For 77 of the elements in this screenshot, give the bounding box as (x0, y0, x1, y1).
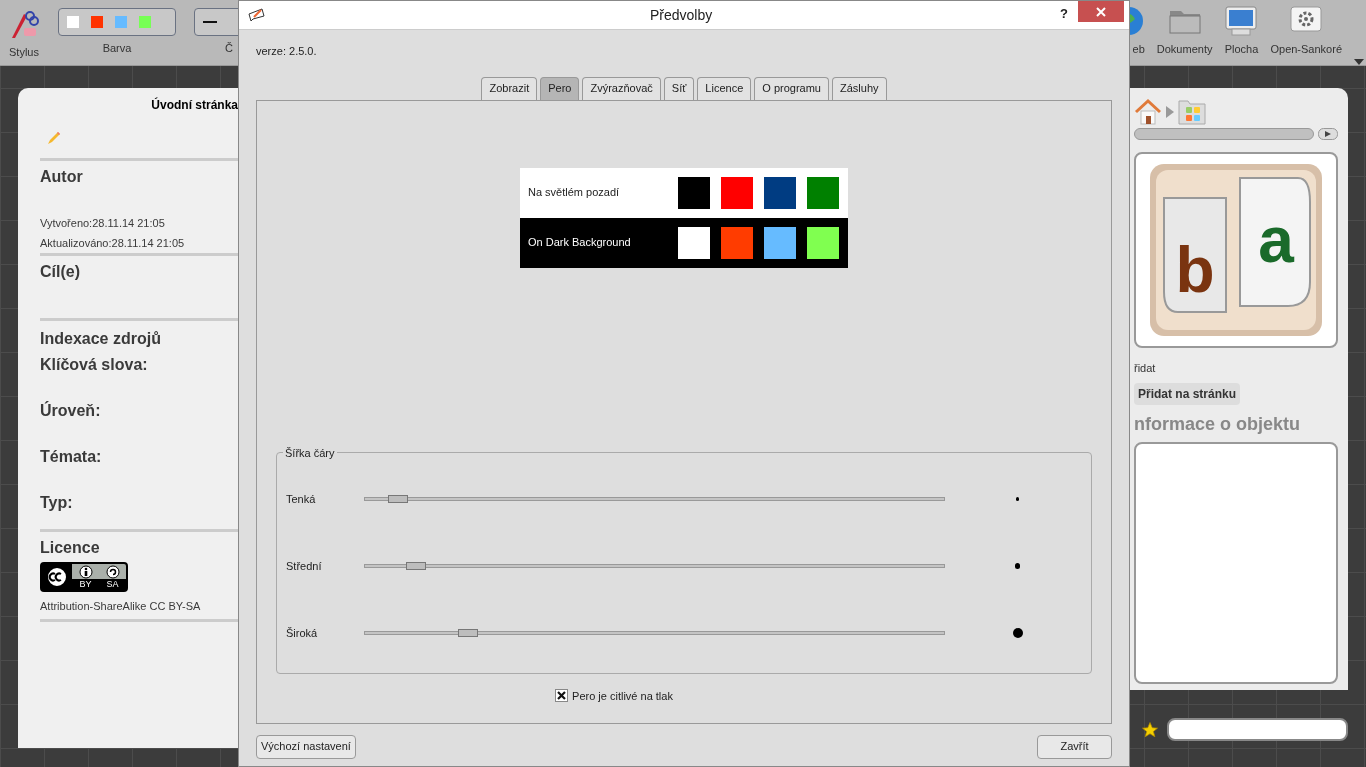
tool-label[interactable]: Open-Sankoré (1270, 40, 1342, 57)
close-dialog-button[interactable]: Zavřít (1037, 734, 1112, 759)
close-icon (1096, 6, 1106, 17)
home-icon[interactable] (1134, 98, 1162, 126)
color-swatch[interactable] (807, 176, 839, 209)
section-heading: Indexace zdrojů (40, 329, 162, 349)
cc-icon (45, 565, 69, 589)
section-heading: nformace o objektu (1134, 412, 1302, 436)
field-label: Klíčová slova: (40, 355, 149, 375)
tab[interactable]: Licence (697, 76, 752, 100)
page-title: Úvodní stránka (151, 96, 238, 114)
color-swatch[interactable] (91, 16, 103, 29)
reset-defaults-button[interactable]: Výchozí nastavení (256, 734, 356, 759)
color-swatch[interactable] (67, 16, 79, 29)
window-title: Předvolby (650, 5, 713, 25)
checkbox[interactable] (555, 689, 569, 703)
color-swatch[interactable] (721, 226, 753, 259)
badge-label: BY (79, 580, 92, 589)
slider-label: Střední (286, 558, 323, 574)
color-row-label: On Dark Background (528, 235, 632, 251)
color-swatch[interactable] (807, 226, 839, 259)
tool-label: Č (225, 41, 233, 57)
tool-label[interactable]: Plocha (1224, 40, 1259, 57)
license-text: Attribution-ShareAlike CC BY-SA (40, 599, 202, 614)
dropdown-arrow-icon[interactable] (1354, 58, 1364, 65)
scroll-right-icon[interactable] (1318, 128, 1338, 140)
tool-label: Barva (102, 41, 132, 57)
help-button[interactable]: ? (1060, 4, 1068, 24)
app-logo-drawing: b a (1148, 162, 1324, 338)
star-icon[interactable] (1141, 720, 1159, 739)
tool-label[interactable]: Dokumenty (1156, 40, 1213, 57)
tab[interactable]: Zvýrazňovač (582, 76, 661, 100)
color-swatch[interactable] (764, 176, 796, 209)
slider-label: Tenká (286, 491, 317, 507)
checkbox-label: Pero je citlivé na tlak (572, 688, 673, 704)
section-heading: Autor (40, 167, 84, 187)
apps-folder-icon[interactable] (1178, 99, 1206, 125)
cross-check-icon (557, 691, 567, 701)
slider-track[interactable] (363, 631, 945, 635)
app-icon (248, 8, 266, 22)
breadcrumb-arrow-icon (1166, 106, 1174, 118)
slider-thumb[interactable] (458, 629, 479, 637)
section-heading: Cíl(e) (40, 262, 81, 282)
date-text: Vytvořeno:28.11.14 21:05 (40, 216, 166, 231)
color-swatch[interactable] (139, 16, 151, 29)
version-text: verze: 2.5.0. (256, 44, 318, 59)
section-heading: Licence (40, 538, 101, 558)
field-label: Typ: (40, 493, 74, 513)
slider-label: Široká (286, 625, 319, 641)
slider-thumb[interactable] (405, 562, 426, 570)
color-row-label: Na světlém pozadí (528, 185, 621, 201)
close-button[interactable] (1078, 1, 1124, 22)
add-to-page-button[interactable]: Přidat na stránku (1134, 382, 1241, 405)
badge-label: SA (106, 580, 119, 589)
field-label: Témata: (40, 447, 103, 467)
field-label: Úroveň: (40, 400, 102, 421)
color-swatch[interactable] (721, 176, 753, 209)
tab[interactable]: Zobrazit (481, 76, 538, 100)
monitor-icon (1224, 4, 1259, 37)
color-swatch[interactable] (764, 226, 796, 259)
tab[interactable]: Síť (663, 76, 695, 100)
tab[interactable]: O programu (754, 76, 829, 100)
scrollbar-track[interactable] (1134, 128, 1314, 140)
slider-thumb[interactable] (388, 495, 408, 503)
color-swatch[interactable] (678, 226, 710, 259)
slider-track[interactable] (363, 564, 945, 568)
color-swatch[interactable] (115, 16, 127, 29)
group-title: Šířka čáry (283, 444, 337, 461)
input-field[interactable] (1167, 718, 1348, 741)
add-label: řidat (1134, 361, 1157, 376)
date-text: Aktualizováno:28.11.14 21:05 (40, 235, 186, 251)
color-swatch[interactable] (678, 176, 710, 209)
tool-label: Stylus (9, 45, 39, 61)
tab[interactable]: Pero (540, 76, 580, 100)
tool-label[interactable]: eb (1132, 40, 1145, 57)
slider-track[interactable] (363, 497, 945, 501)
tab[interactable]: Zásluhy (832, 76, 887, 100)
